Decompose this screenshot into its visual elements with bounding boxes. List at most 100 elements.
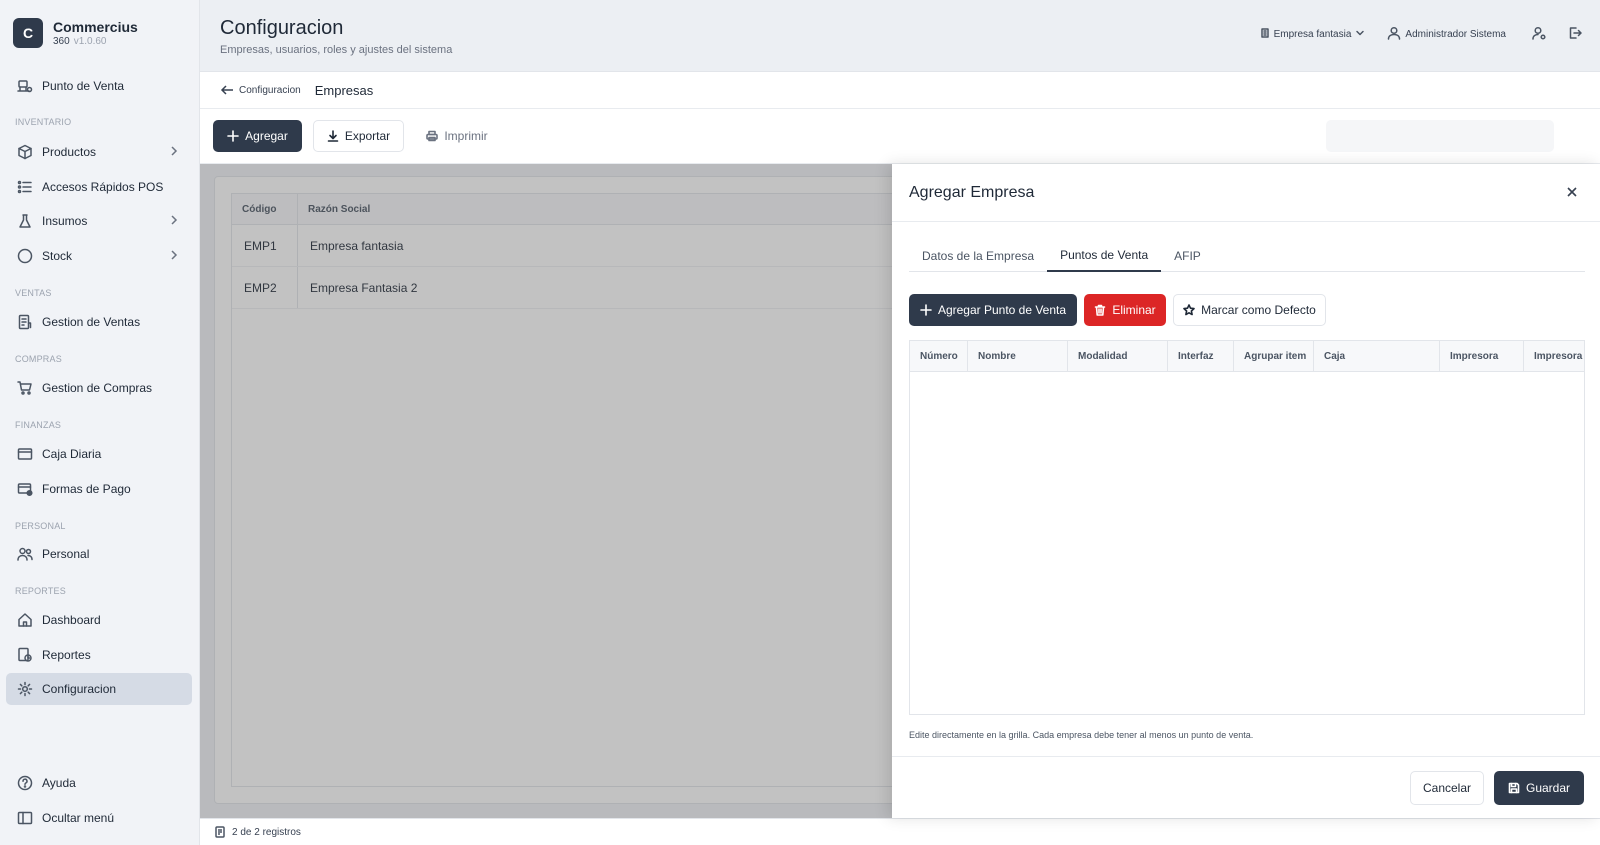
user-menu[interactable]: Administrador Sistema <box>1387 26 1510 43</box>
sidebar-item-stock[interactable]: Stock <box>6 240 192 272</box>
export-button-label: Exportar <box>344 129 391 143</box>
logout-button[interactable] <box>1568 26 1582 43</box>
drawer-title: Agregar Empresa <box>909 184 1035 201</box>
sidebar-item-formas-de-pago[interactable]: Formas de Pago <box>6 473 192 505</box>
sidebar-item-label: Reportes <box>42 648 91 662</box>
chevron-right-icon <box>168 249 180 261</box>
mark-default-button[interactable]: Marcar como Defecto <box>1173 294 1326 326</box>
sidebar-item-productos[interactable]: Productos <box>6 136 192 168</box>
page-title: Configuracion <box>220 17 344 39</box>
user-icon <box>1387 26 1401 43</box>
floppy-disk-icon <box>1508 782 1520 794</box>
breadcrumb-current: Empresas <box>314 82 374 98</box>
section-label-ventas: VENTAS <box>15 288 52 298</box>
delete-button[interactable]: Eliminar <box>1084 294 1166 326</box>
circle-icon <box>16 247 34 265</box>
users-icon <box>16 545 34 563</box>
section-label-inventario: INVENTARIO <box>15 117 72 127</box>
breadcrumb-parent: Configuracion <box>239 84 301 96</box>
tab-puntos-de-venta[interactable]: Puntos de Venta <box>1047 240 1162 272</box>
print-button[interactable]: Imprimir <box>414 120 500 152</box>
sidebar-item-label: Insumos <box>42 214 88 228</box>
cart-icon <box>16 379 34 397</box>
brand-version: v1.0.60 <box>73 36 107 47</box>
sidebar-item-gestion-compras[interactable]: Gestion de Compras <box>6 372 192 404</box>
building-icon <box>1260 28 1270 41</box>
modal-overlay[interactable] <box>200 164 892 818</box>
add-button[interactable]: Agregar <box>213 120 302 152</box>
sidebar-item-gestion-ventas[interactable]: Gestion de Ventas <box>6 306 192 338</box>
close-icon[interactable] <box>1566 186 1578 198</box>
logout-icon <box>1568 26 1582 43</box>
record-count: 2 de 2 registros <box>232 826 301 838</box>
plus-icon <box>227 130 239 142</box>
column-header-impresora[interactable]: Impresora <box>1440 341 1524 371</box>
download-icon <box>327 130 339 142</box>
sidebar-item-label: Caja Diaria <box>42 447 102 461</box>
company-selector[interactable]: Empresa fantasia <box>1260 28 1366 41</box>
column-header-numero[interactable]: Número <box>910 341 968 371</box>
print-button-label: Imprimir <box>444 129 488 143</box>
flask-icon <box>16 212 34 230</box>
drawer-footer: Cancelar Guardar <box>892 756 1600 818</box>
sidebar-collapse-icon <box>16 809 34 827</box>
column-header-caja[interactable]: Caja <box>1314 341 1440 371</box>
column-header-impresora-v[interactable]: Impresora V <box>1524 341 1584 371</box>
section-label-reportes: REPORTES <box>15 586 66 596</box>
help-icon <box>16 774 34 792</box>
chevron-right-icon <box>168 214 180 226</box>
export-button[interactable]: Exportar <box>313 120 404 152</box>
user-settings-button[interactable] <box>1532 26 1546 43</box>
brand-name: Commercius <box>53 19 138 35</box>
cancel-button[interactable]: Cancelar <box>1410 771 1484 805</box>
receipt-icon <box>16 313 34 331</box>
user-name: Administrador Sistema <box>1405 29 1506 40</box>
sidebar-item-label: Personal <box>42 547 90 561</box>
sidebar-item-caja-diaria[interactable]: Caja Diaria <box>6 438 192 470</box>
sidebar-item-ayuda[interactable]: Ayuda <box>6 767 192 799</box>
breadcrumb-back-link[interactable]: Configuracion <box>220 83 301 97</box>
brand: C Commercius 360 v1.0.60 <box>13 18 138 48</box>
printer-icon <box>426 130 439 142</box>
add-point-of-sale-label: Agregar Punto de Venta <box>937 303 1067 317</box>
sidebar-item-label: Productos <box>42 145 97 159</box>
search-input[interactable] <box>1326 120 1554 152</box>
section-label-compras: COMPRAS <box>15 354 62 364</box>
section-label-personal: PERSONAL <box>15 521 66 531</box>
trash-icon <box>1095 304 1106 316</box>
sidebar-item-label: Gestion de Ventas <box>42 315 141 329</box>
grid-header: Número Nombre Modalidad Interfaz Agrupar… <box>910 341 1584 372</box>
drawer-header: Agregar Empresa <box>892 164 1600 222</box>
add-point-of-sale-button[interactable]: Agregar Punto de Venta <box>909 294 1077 326</box>
breadcrumb: Configuracion Empresas <box>200 72 1600 109</box>
sidebar-item-reportes[interactable]: Reportes <box>6 639 192 671</box>
sidebar-item-ocultar-menu[interactable]: Ocultar menú <box>6 802 192 834</box>
sidebar-item-insumos[interactable]: Insumos <box>6 205 192 237</box>
tab-datos-empresa[interactable]: Datos de la Empresa <box>909 240 1047 272</box>
column-header-agrupar-item[interactable]: Agrupar item <box>1234 341 1314 371</box>
sidebar-item-accesos-rapidos[interactable]: Accesos Rápidos POS <box>6 171 192 203</box>
company-name: Empresa fantasia <box>1273 29 1352 40</box>
grid-hint: Edite directamente en la grilla. Cada em… <box>909 730 1254 740</box>
cash-box-icon <box>16 445 34 463</box>
star-icon <box>1183 304 1195 316</box>
save-button[interactable]: Guardar <box>1494 771 1584 805</box>
add-button-label: Agregar <box>245 129 288 143</box>
column-header-nombre[interactable]: Nombre <box>968 341 1068 371</box>
chevron-right-icon <box>168 145 180 157</box>
sidebar-item-label: Ayuda <box>42 776 76 790</box>
column-header-modalidad[interactable]: Modalidad <box>1068 341 1168 371</box>
box-icon <box>16 143 34 161</box>
column-header-interfaz[interactable]: Interfaz <box>1168 341 1234 371</box>
tab-afip[interactable]: AFIP <box>1161 240 1214 272</box>
sidebar-item-punto-de-venta[interactable]: Punto de Venta <box>6 70 192 102</box>
save-button-label: Guardar <box>1525 781 1571 795</box>
status-bar: 2 de 2 registros <box>200 818 1600 845</box>
sidebar-item-personal[interactable]: Personal <box>6 538 192 570</box>
page-subtitle: Empresas, usuarios, roles y ajustes del … <box>220 44 453 56</box>
sidebar-item-label: Punto de Venta <box>42 79 125 93</box>
sidebar-item-dashboard[interactable]: Dashboard <box>6 604 192 636</box>
report-icon <box>16 646 34 664</box>
sidebar-item-configuracion[interactable]: Configuracion <box>6 673 192 705</box>
plus-icon <box>920 304 932 316</box>
